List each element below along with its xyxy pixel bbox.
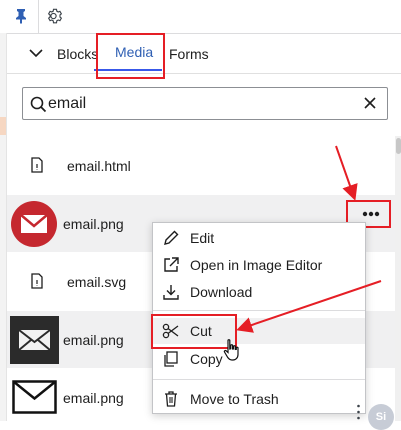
annotation-arrow-more-options [335, 145, 358, 201]
annotation-arrows [236, 145, 382, 333]
avatar[interactable]: Si [368, 404, 394, 430]
annotation-arrow-cut [236, 280, 382, 333]
vertical-ellipsis-icon[interactable] [357, 404, 360, 421]
